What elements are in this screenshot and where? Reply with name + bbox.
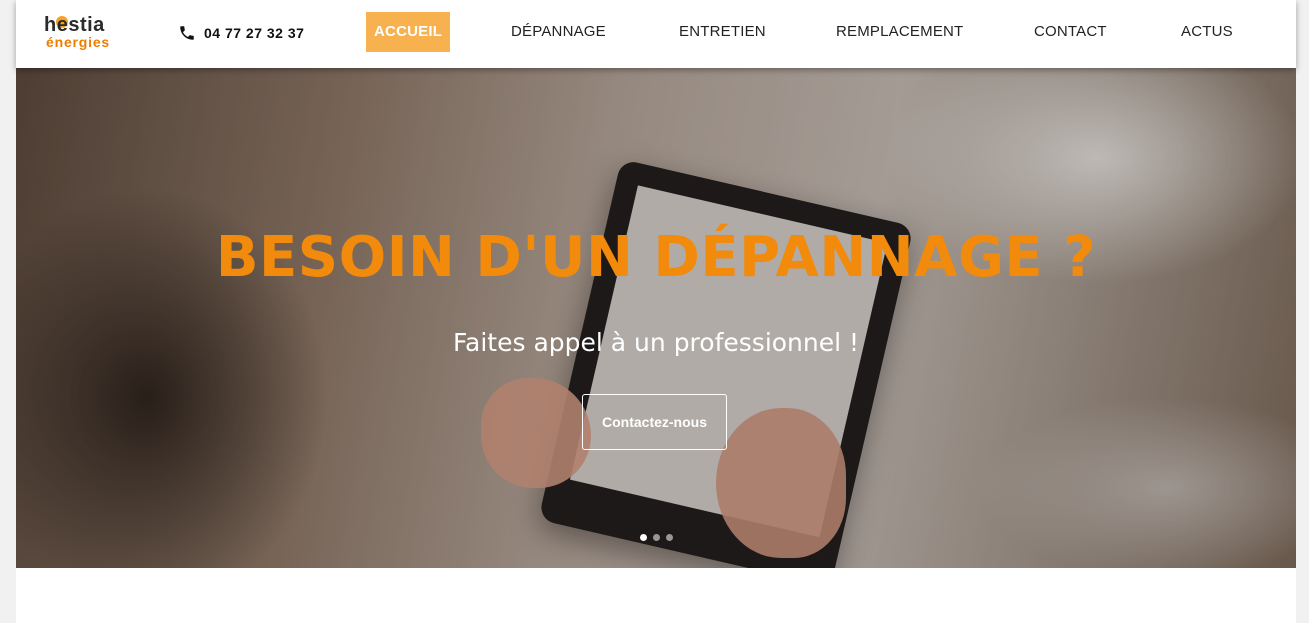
nav-item-actus[interactable]: ACTUS — [1181, 12, 1233, 52]
slider-dot-2[interactable] — [652, 534, 660, 541]
nav-item-remplacement[interactable]: REMPLACEMENT — [836, 12, 963, 52]
phone-icon — [180, 26, 194, 40]
nav-item-accueil[interactable]: ACCUEIL — [366, 12, 451, 52]
hero-overlay — [16, 68, 1296, 568]
logo-wordmark-energies: énergies — [46, 34, 110, 50]
phone-number: 04 77 27 32 37 — [204, 25, 305, 41]
slider-dot-3[interactable] — [665, 534, 673, 541]
brand-logo[interactable]: hestia énergies — [44, 14, 134, 54]
hero-slider: BESOIN D'UN DÉPANNAGE ? Faites appel à u… — [16, 68, 1296, 568]
nav-item-entretien[interactable]: ENTRETIEN — [679, 12, 766, 52]
slider-pagination — [16, 534, 1296, 541]
hero-subtitle: Faites appel à un professionnel ! — [452, 328, 860, 357]
contact-us-button[interactable]: Contactez-nous — [582, 394, 727, 450]
logo-wordmark-hestia: hestia — [44, 14, 105, 36]
nav-item-contact[interactable]: CONTACT — [1034, 12, 1107, 52]
phone-link[interactable]: 04 77 27 32 37 — [178, 22, 304, 44]
site-header: hestia énergies 04 77 27 32 37 ACCUEIL D… — [16, 0, 1296, 68]
nav-item-depannage[interactable]: DÉPANNAGE — [511, 12, 606, 52]
hero-title: BESOIN D'UN DÉPANNAGE ? — [215, 225, 1097, 290]
page: hestia énergies 04 77 27 32 37 ACCUEIL D… — [16, 0, 1296, 623]
slider-dot-1[interactable] — [639, 534, 647, 541]
